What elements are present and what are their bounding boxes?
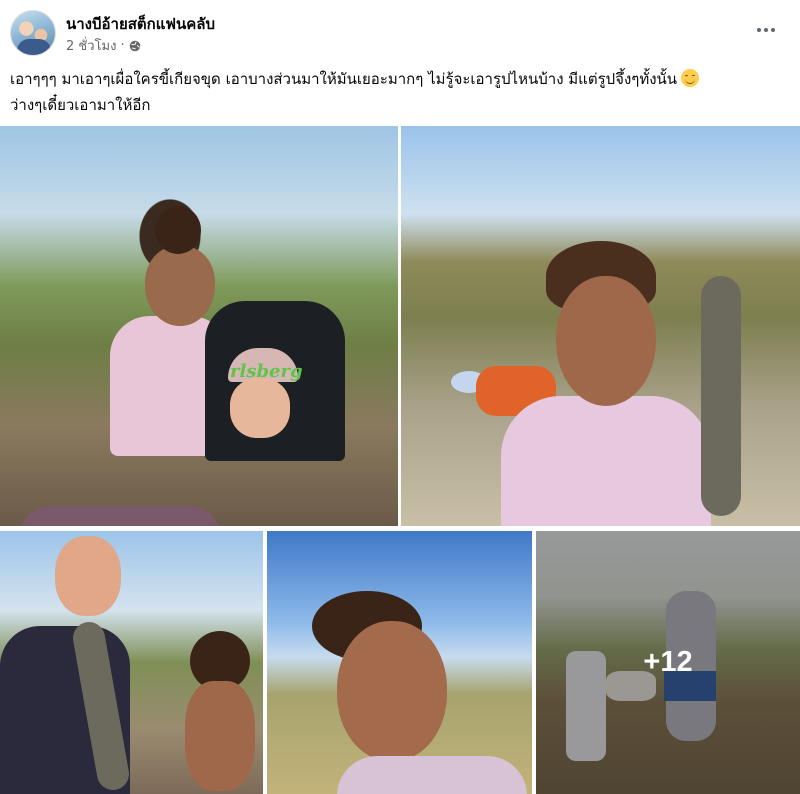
post-caption: เอาๆๆๆ มาเอาๆเผื่อใครขี้เกียจขุด เอาบางส… — [10, 66, 790, 118]
photo-3-man-with-fish[interactable] — [0, 531, 263, 794]
photo-1-couple-sitting[interactable]: rlsberg — [0, 126, 398, 526]
page-name-link[interactable]: นางบีอ้ายสต็กแฟนคลับ — [66, 12, 215, 36]
photo-4-woman-selfie[interactable] — [267, 531, 532, 794]
post-meta: 2 ชั่วโมง · — [66, 35, 141, 56]
photo-2-woman-holding-fish[interactable] — [401, 126, 800, 526]
more-photos-count: +12 — [643, 646, 693, 678]
smiling-face-emoji-icon — [681, 69, 700, 87]
photo-5-more-photos[interactable]: +12 — [536, 531, 800, 794]
caption-line-2: ว่างๆเดี๋ยวเอามาให้อีก — [10, 96, 151, 114]
page-avatar[interactable] — [10, 10, 56, 56]
shirt-logo-text: rlsberg — [230, 361, 303, 382]
meta-separator: · — [120, 38, 125, 53]
caption-line-1: เอาๆๆๆ มาเอาๆเผื่อใครขี้เกียจขุด เอาบางส… — [10, 70, 678, 88]
post-header: นางบีอ้ายสต็กแฟนคลับ 2 ชั่วโมง · — [0, 0, 800, 62]
globe-icon — [129, 40, 140, 51]
post-timestamp[interactable]: 2 ชั่วโมง — [66, 35, 116, 56]
more-options-icon[interactable] — [752, 20, 780, 40]
